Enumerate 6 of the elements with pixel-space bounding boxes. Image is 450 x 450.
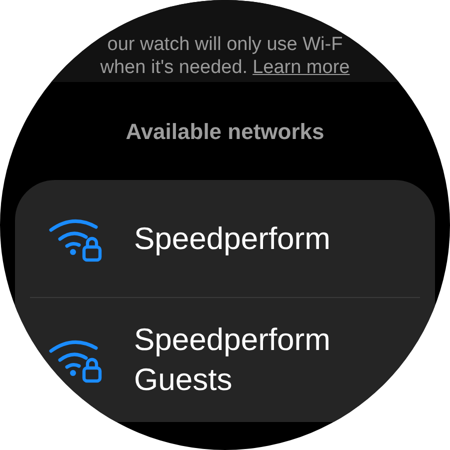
- network-name[interactable]: Speedperform: [134, 218, 374, 258]
- info-text: our watch will only use Wi-F: [107, 33, 343, 56]
- info-text: when it's needed.: [100, 56, 248, 79]
- network-name[interactable]: Speedperform Guests: [134, 320, 374, 400]
- learn-more-link[interactable]: Learn more: [252, 56, 350, 79]
- section-title: Available networks: [126, 118, 324, 146]
